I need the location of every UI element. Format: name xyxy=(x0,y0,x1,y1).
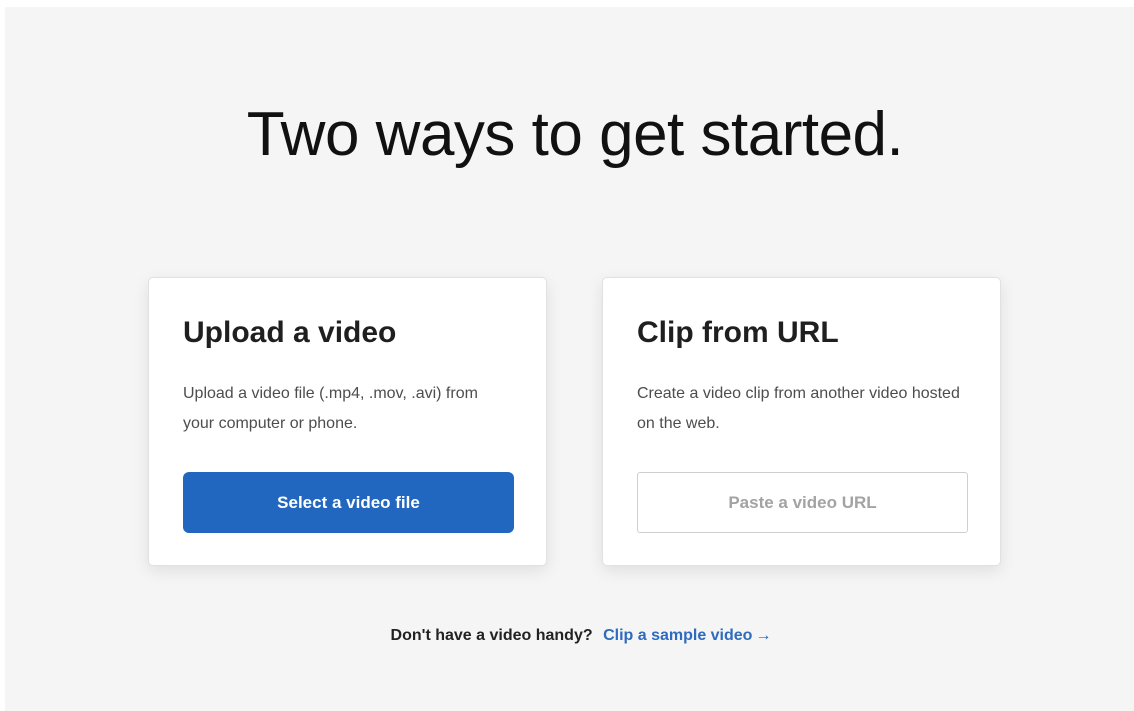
video-url-input[interactable] xyxy=(637,472,968,533)
page-title: Two ways to get started. xyxy=(246,100,904,169)
sample-video-prompt: Don't have a video handy? Clip a sample … xyxy=(5,623,1134,649)
upload-video-card: Upload a video Upload a video file (.mp4… xyxy=(148,277,547,566)
upload-card-description: Upload a video file (.mp4, .mov, .avi) f… xyxy=(183,385,478,432)
clip-sample-video-link[interactable]: Clip a sample video → xyxy=(603,627,771,644)
arrow-right-icon: → xyxy=(755,627,772,644)
sample-video-question: Don't have a video handy? xyxy=(390,627,593,644)
url-card-description: Create a video clip from another video h… xyxy=(637,385,960,432)
clip-from-url-card: Clip from URL Create a video clip from a… xyxy=(602,277,1001,566)
select-video-file-button[interactable]: Select a video file xyxy=(183,472,514,533)
page-background: Two ways to get started. Upload a video … xyxy=(5,7,1134,711)
clip-sample-video-label: Clip a sample video xyxy=(603,627,753,644)
url-card-title: Clip from URL xyxy=(637,316,839,349)
upload-card-title: Upload a video xyxy=(183,316,397,349)
